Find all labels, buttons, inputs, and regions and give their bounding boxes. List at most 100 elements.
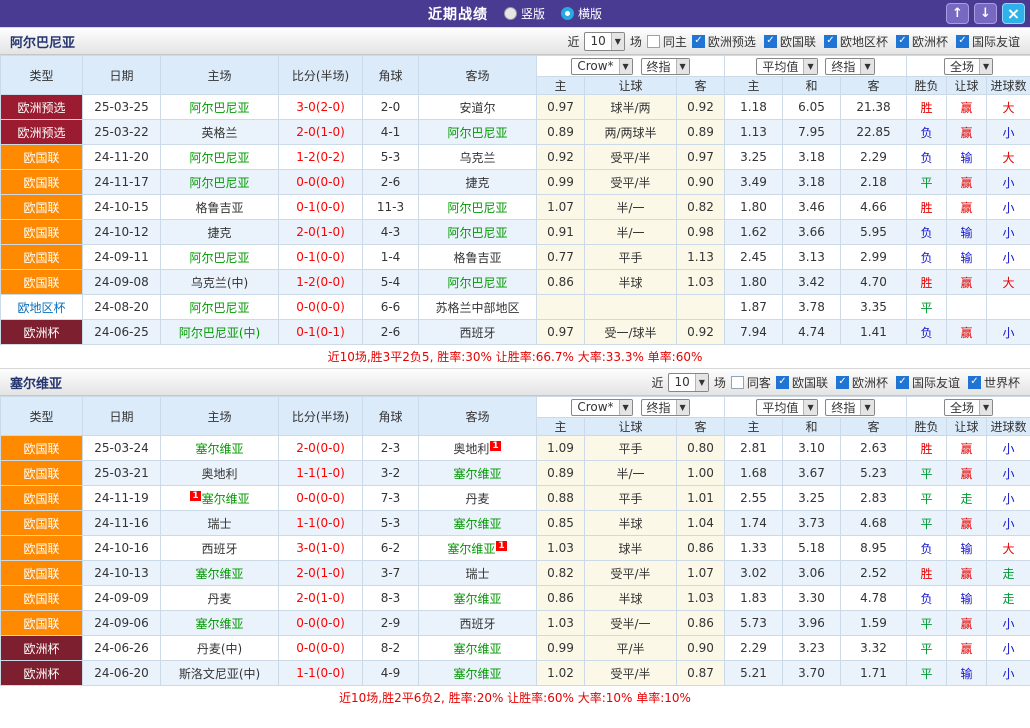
fulltime-select[interactable]: 全场▼	[944, 399, 993, 416]
corner-count: 3-2	[363, 461, 419, 486]
crow-handicap: 半球	[585, 511, 677, 536]
team-link[interactable]: 塞尔维亚	[447, 542, 495, 556]
league-filter-checkbox-3[interactable]: ✓欧洲杯	[896, 33, 948, 50]
home-team[interactable]: 塞尔维亚	[161, 436, 279, 461]
team-link[interactable]: 塞尔维亚	[195, 442, 243, 456]
team-link[interactable]: 阿尔巴尼亚	[189, 101, 249, 115]
bookmaker-final-select[interactable]: 终指▼	[641, 58, 690, 75]
team-link[interactable]: 塞尔维亚	[453, 467, 501, 481]
away-team[interactable]: 阿尔巴尼亚	[419, 120, 537, 145]
away-team[interactable]: 塞尔维亚	[419, 461, 537, 486]
away-team[interactable]: 阿尔巴尼亚	[419, 270, 537, 295]
team-link: 奥地利	[453, 442, 489, 456]
away-team[interactable]: 阿尔巴尼亚	[419, 220, 537, 245]
team-link[interactable]: 阿尔巴尼亚	[189, 251, 249, 265]
crow-handicap: 平/半	[585, 636, 677, 661]
average-final-select[interactable]: 终指▼	[825, 58, 874, 75]
league-filter-checkbox-3[interactable]: ✓世界杯	[968, 374, 1020, 391]
league-filter-checkbox-1[interactable]: ✓欧国联	[764, 33, 816, 50]
same-venue-checkbox[interactable]: 同主	[647, 33, 687, 50]
home-team[interactable]: 阿尔巴尼亚	[161, 145, 279, 170]
away-team[interactable]: 塞尔维亚	[419, 511, 537, 536]
avg-home-odds: 1.83	[725, 586, 783, 611]
team-link[interactable]: 塞尔维亚	[195, 617, 243, 631]
average-select[interactable]: 平均值▼	[756, 399, 817, 416]
team-link[interactable]: 塞尔维亚	[453, 642, 501, 656]
team-link[interactable]: 塞尔维亚	[202, 492, 250, 506]
avg-draw-odds: 3.73	[783, 511, 841, 536]
home-team[interactable]: 阿尔巴尼亚	[161, 295, 279, 320]
home-team[interactable]: 阿尔巴尼亚	[161, 245, 279, 270]
away-team[interactable]: 塞尔维亚	[419, 586, 537, 611]
team-link[interactable]: 阿尔巴尼亚	[189, 301, 249, 315]
home-team[interactable]: 阿尔巴尼亚	[161, 95, 279, 120]
checkbox-checked-icon: ✓	[836, 376, 849, 389]
close-button[interactable]: ×	[1002, 3, 1025, 24]
team-link[interactable]: 塞尔维亚	[453, 517, 501, 531]
chevron-down-icon: ▼	[803, 59, 816, 74]
fulltime-select[interactable]: 全场▼	[944, 58, 993, 75]
league-filter-checkbox-2[interactable]: ✓国际友谊	[896, 374, 960, 391]
league-filter-checkbox-0[interactable]: ✓欧洲预选	[692, 33, 756, 50]
layout-vertical-radio[interactable]: 竖版	[504, 5, 545, 22]
score: 1-1(0-0)	[279, 511, 363, 536]
bookmaker-select[interactable]: Crow*▼	[571, 58, 632, 75]
away-team[interactable]: 塞尔维亚1	[419, 536, 537, 561]
bookmaker-final-select[interactable]: 终指▼	[641, 399, 690, 416]
league-filter-checkbox-2[interactable]: ✓欧地区杯	[824, 33, 888, 50]
col-date: 日期	[83, 56, 161, 95]
crow-away-odds: 1.03	[677, 586, 725, 611]
home-team[interactable]: 塞尔维亚	[161, 611, 279, 636]
team-link[interactable]: 阿尔巴尼亚	[189, 176, 249, 190]
away-team[interactable]: 阿尔巴尼亚	[419, 195, 537, 220]
team-link[interactable]: 塞尔维亚	[453, 592, 501, 606]
team-link[interactable]: 塞尔维亚	[195, 567, 243, 581]
chevron-down-icon: ▼	[619, 400, 632, 415]
away-team[interactable]: 塞尔维亚	[419, 636, 537, 661]
bookmaker-select[interactable]: Crow*▼	[571, 399, 632, 416]
home-team[interactable]: 塞尔维亚	[161, 561, 279, 586]
team-link[interactable]: 阿尔巴尼亚	[447, 276, 507, 290]
recent-count-select[interactable]: 10 ▼	[584, 32, 624, 51]
avg-draw-odds: 3.70	[783, 661, 841, 686]
team-link[interactable]: 阿尔巴尼亚	[189, 151, 249, 165]
avg-draw-odds: 3.96	[783, 611, 841, 636]
league-filters: ✓欧洲预选 ✓欧国联 ✓欧地区杯 ✓欧洲杯 ✓国际友谊	[692, 33, 1020, 50]
same-venue-checkbox[interactable]: 同客	[731, 374, 771, 391]
move-up-button[interactable]: ↑	[946, 3, 969, 24]
recent-count-select[interactable]: 10 ▼	[668, 373, 708, 392]
col-date: 日期	[83, 397, 161, 436]
home-team[interactable]: 1塞尔维亚	[161, 486, 279, 511]
down-arrow-icon: ↓	[980, 6, 991, 21]
corner-count: 4-1	[363, 120, 419, 145]
home-team[interactable]: 阿尔巴尼亚	[161, 170, 279, 195]
crow-handicap: 半球	[585, 270, 677, 295]
team-link[interactable]: 塞尔维亚	[453, 667, 501, 681]
average-final-select[interactable]: 终指▼	[825, 399, 874, 416]
away-team: 西班牙	[419, 611, 537, 636]
home-team[interactable]: 阿尔巴尼亚(中)	[161, 320, 279, 345]
move-down-button[interactable]: ↓	[974, 3, 997, 24]
league-filter-checkbox-1[interactable]: ✓欧洲杯	[836, 374, 888, 391]
result-outcome: 负	[907, 145, 947, 170]
competition-type: 欧国联	[1, 220, 83, 245]
league-filter-checkbox-0[interactable]: ✓欧国联	[776, 374, 828, 391]
team-link[interactable]: 阿尔巴尼亚	[447, 201, 507, 215]
match-date: 24-09-08	[83, 270, 161, 295]
team-link[interactable]: 阿尔巴尼亚	[447, 226, 507, 240]
away-team[interactable]: 塞尔维亚	[419, 661, 537, 686]
col-avg-away: 客	[841, 77, 907, 95]
avg-home-odds: 1.62	[725, 220, 783, 245]
competition-type: 欧国联	[1, 195, 83, 220]
layout-horizontal-radio[interactable]: 横版	[561, 5, 602, 22]
team-link[interactable]: 阿尔巴尼亚	[447, 126, 507, 140]
competition-type: 欧国联	[1, 561, 83, 586]
team-link[interactable]: 阿尔巴尼亚(中)	[179, 326, 260, 340]
avg-away-odds: 4.70	[841, 270, 907, 295]
average-select[interactable]: 平均值▼	[756, 58, 817, 75]
league-filter-checkbox-4[interactable]: ✓国际友谊	[956, 33, 1020, 50]
match-row: 欧国联24-10-12捷克2-0(1-0)4-3阿尔巴尼亚0.91半/一0.98…	[1, 220, 1030, 245]
team-link: 丹麦	[207, 592, 231, 606]
match-row: 欧洲杯24-06-25阿尔巴尼亚(中)0-1(0-1)2-6西班牙0.97受一/…	[1, 320, 1030, 345]
crow-home-odds: 1.07	[537, 195, 585, 220]
